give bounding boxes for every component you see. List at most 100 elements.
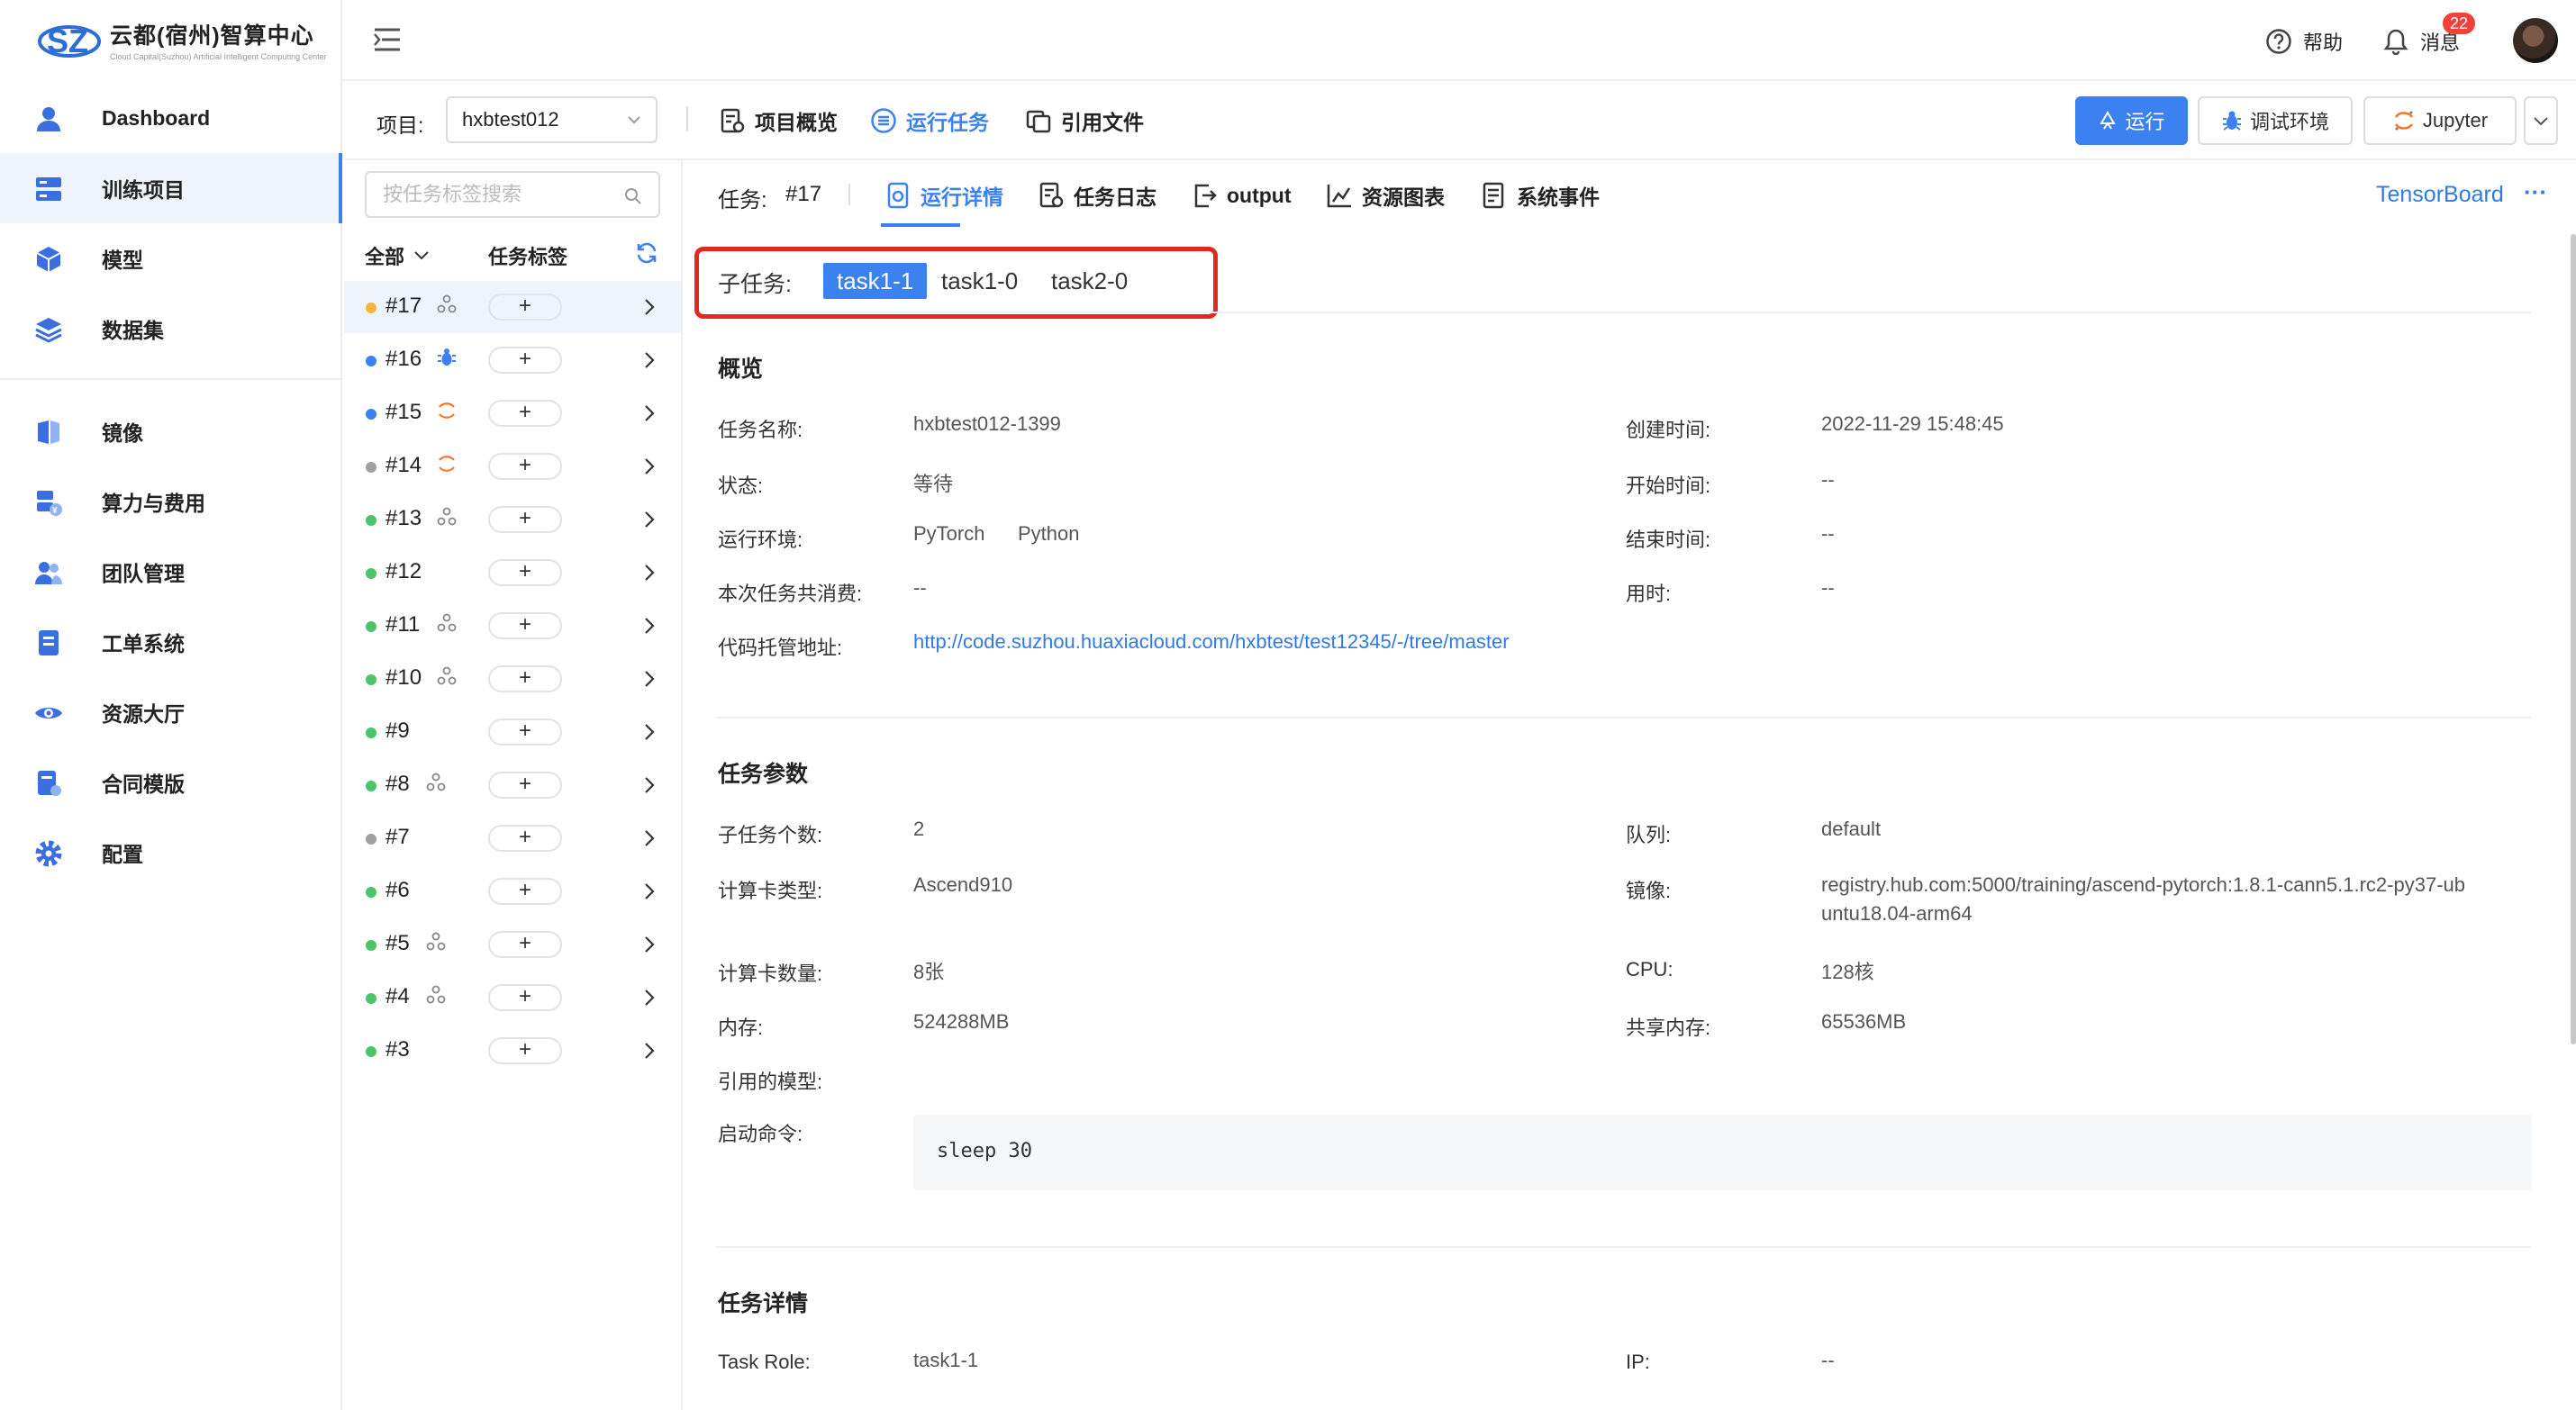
chevron-right-icon[interactable] [638,986,661,1009]
tab-resource-charts[interactable]: 资源图表 [1326,173,1445,218]
add-tag-button[interactable]: + [488,400,562,427]
chevron-right-icon[interactable] [638,880,661,903]
sidebar-item-label: 团队管理 [102,562,185,585]
task-row[interactable]: #14 + [344,440,681,493]
add-tag-button[interactable]: + [488,453,562,480]
chevron-right-icon[interactable] [638,667,661,691]
task-row[interactable]: #15 + [344,387,681,439]
task-row[interactable]: #9 + [344,706,681,758]
card-count-label: 计算卡数量: [718,963,823,985]
add-tag-button[interactable]: + [488,931,562,958]
logo[interactable]: SZ 云都(宿州)智算中心 Cloud Capital(Suzhou) Arti… [36,13,327,67]
menu-collapse-icon[interactable] [371,23,404,56]
task-status-dot [366,887,376,898]
sidebar-item-images[interactable]: 镜像 [0,396,340,466]
add-tag-button[interactable]: + [488,1037,562,1064]
app-window: SZ 云都(宿州)智算中心 Cloud Capital(Suzhou) Arti… [0,0,2576,1410]
run-button[interactable]: 运行 [2075,96,2188,145]
tab-run-details[interactable]: 运行详情 [884,173,1003,218]
task-filter-dropdown[interactable]: 全部 [365,241,430,270]
add-tag-button[interactable]: + [488,719,562,746]
subtask-chip[interactable]: task2-0 [1051,263,1128,299]
sidebar-item-models[interactable]: 模型 [0,223,340,294]
task-row[interactable]: #10 + [344,653,681,705]
task-row[interactable]: #11 + [344,600,681,652]
card-type-label: 计算卡类型: [718,880,823,902]
task-tag-search-input[interactable]: 按任务标签搜索 [365,171,660,218]
task-number: #5 [385,931,410,955]
chevron-right-icon[interactable] [638,933,661,956]
refresh-icon[interactable] [635,241,658,265]
task-row[interactable]: #16 + [344,334,681,386]
sidebar-item-dashboard[interactable]: Dashboard [0,83,340,153]
add-tag-button[interactable]: + [488,612,562,639]
chevron-right-icon[interactable] [638,1039,661,1062]
add-tag-button[interactable]: + [488,506,562,533]
sidebar-item-label: 数据集 [102,319,164,342]
task-row[interactable]: #13 + [344,493,681,546]
sidebar-item-datasets[interactable]: 数据集 [0,294,340,364]
tab-system-events[interactable]: 系统事件 [1481,173,1600,218]
chevron-right-icon[interactable] [638,720,661,744]
task-detail-panel [683,160,2576,1410]
task-row[interactable]: #5 + [344,918,681,971]
add-tag-button[interactable]: + [488,825,562,852]
sidebar-item-tickets[interactable]: 工单系统 [0,607,340,677]
tab-referenced-files[interactable]: 引用文件 [1025,103,1144,139]
code-repo-link[interactable]: http://code.suzhou.huaxiacloud.com/hxbte… [913,630,1510,654]
add-tag-button[interactable]: + [488,984,562,1011]
task-status-dot [366,409,376,420]
sidebar-item-contracts[interactable]: 合同模版 [0,747,340,818]
task-row[interactable]: #4 + [344,972,681,1024]
task-row[interactable]: #7 + [344,812,681,864]
tab-running-tasks[interactable]: 运行任务 [870,103,989,139]
add-tag-button[interactable]: + [488,347,562,374]
subtask-chip[interactable]: task1-0 [941,263,1018,299]
chevron-right-icon[interactable] [638,561,661,584]
sidebar-divider [0,378,340,380]
chevron-right-icon[interactable] [638,455,661,478]
subtask-count-value: 2 [913,818,925,840]
chevron-right-icon[interactable] [638,614,661,637]
sidebar-item-training-projects[interactable]: 训练项目 [0,153,342,223]
avatar[interactable] [2513,18,2558,63]
project-select[interactable]: hxbtest012 [446,96,658,143]
jupyter-button[interactable]: Jupyter [2363,96,2517,145]
jupyter-dropdown-button[interactable] [2524,96,2558,145]
divider [716,1246,2531,1248]
tensorboard-link[interactable]: TensorBoard [2376,182,2504,208]
more-options-button[interactable]: ··· [2524,178,2547,206]
add-tag-button[interactable]: + [488,878,562,905]
chevron-right-icon[interactable] [638,348,661,372]
tab-task-log[interactable]: 任务日志 [1038,173,1156,218]
sidebar-item-team[interactable]: 团队管理 [0,537,340,607]
content-scrollbar[interactable] [2571,234,2576,1044]
chevron-right-icon[interactable] [638,508,661,531]
task-row[interactable]: #12 + [344,547,681,599]
status-label: 状态: [718,475,764,497]
chevron-right-icon[interactable] [638,295,661,319]
sidebar-item-settings[interactable]: 配置 [0,818,340,888]
chevron-right-icon[interactable] [638,773,661,797]
task-row[interactable]: #8 + [344,759,681,811]
subtask-chip-selected[interactable]: task1-1 [823,263,928,299]
chevron-right-icon[interactable] [638,402,661,425]
duration-value: -- [1821,576,1835,599]
sidebar-item-compute-cost[interactable]: ¥ 算力与费用 [0,466,340,537]
add-tag-button[interactable]: + [488,294,562,321]
tab-output[interactable]: output [1191,173,1292,218]
task-row[interactable]: #17 + [344,281,681,333]
add-tag-button[interactable]: + [488,772,562,799]
task-tag-header: 任务标签 [488,246,568,268]
tab-project-overview[interactable]: 项目概览 [719,103,838,139]
task-row[interactable]: #6 + [344,865,681,917]
debug-environment-button[interactable]: 调试环境 [2198,96,2353,145]
task-row[interactable]: #3 + [344,1025,681,1077]
chevron-right-icon[interactable] [638,827,661,850]
sidebar-item-resources[interactable]: 资源大厅 [0,677,340,747]
add-tag-button[interactable]: + [488,665,562,692]
task-status-dot [366,356,376,366]
task-name-label: 任务名称: [718,419,803,441]
help-button[interactable]: 帮助 [2265,23,2343,59]
add-tag-button[interactable]: + [488,559,562,586]
